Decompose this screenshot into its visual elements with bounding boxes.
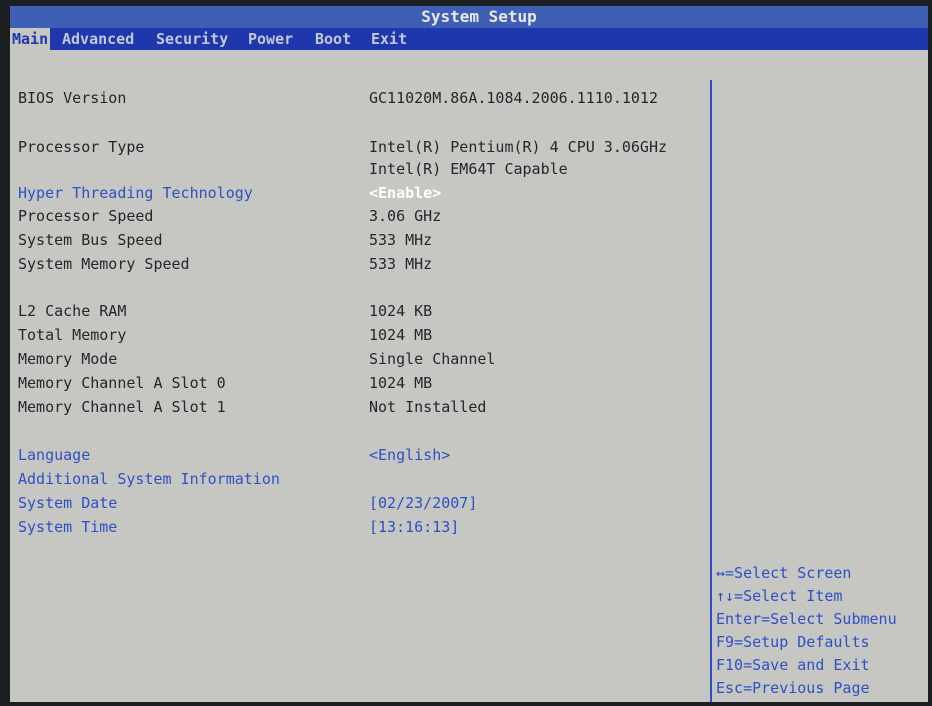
hyper-threading-value[interactable]: <Enable> [369,182,441,204]
main-settings-panel: BIOS Version GC11020M.86A.1084.2006.1110… [10,50,710,702]
menu-tab-security[interactable]: Security [156,28,228,50]
processor-speed-value: 3.06 GHz [369,207,442,225]
system-bus-speed-value: 533 MHz [369,231,433,249]
processor-type-value: Intel(R) Pentium(R) 4 CPU 3.06GHz [369,138,668,156]
total-memory-value: 1024 MB [369,326,433,344]
bios-version-row: BIOS Version GC11020M.86A.1084.2006.1110… [10,87,710,109]
memory-slot-0-value: 1024 MB [369,374,433,392]
bios-version-value: GC11020M.86A.1084.2006.1110.1012 [369,89,658,107]
system-bus-speed-label: System Bus Speed [18,231,163,249]
total-memory-label: Total Memory [18,326,127,344]
memory-slot-0-row: Memory Channel A Slot 0 1024 MB [10,372,710,394]
system-bus-speed-row: System Bus Speed 533 MHz [10,229,710,251]
title-bar: System Setup [10,6,928,28]
system-memory-speed-row: System Memory Speed 533 MHz [10,253,710,275]
menu-bar: Main Advanced Security Power Boot Exit [10,28,928,50]
help-save-exit: F10=Save and Exit [716,656,870,674]
key-help-panel: ↔=Select Screen ↑↓=Select Item Enter=Sel… [716,562,926,700]
memory-mode-row: Memory Mode Single Channel [10,348,710,370]
title-text: System Setup [421,7,537,26]
system-time-row[interactable]: System Time [13:16:13] [10,516,710,538]
bios-screen: System Setup Main Advanced Security Powe… [10,6,928,702]
memory-slot-1-value: Not Installed [369,398,487,416]
processor-type-label: Processor Type [18,138,145,156]
menu-tab-boot[interactable]: Boot [315,28,351,50]
processor-type-row-2: Intel(R) EM64T Capable [10,158,710,180]
memory-slot-1-label: Memory Channel A Slot 1 [18,398,226,416]
language-label: Language [18,446,91,464]
processor-speed-row: Processor Speed 3.06 GHz [10,205,710,227]
system-date-label: System Date [18,494,118,512]
bios-version-label: BIOS Version [18,89,127,107]
memory-mode-label: Memory Mode [18,350,118,368]
menu-tab-main[interactable]: Main [10,28,51,50]
help-select-item: ↑↓=Select Item [716,587,843,605]
l2-cache-value: 1024 KB [369,302,433,320]
memory-slot-1-row: Memory Channel A Slot 1 Not Installed [10,396,710,418]
menu-tab-exit[interactable]: Exit [371,28,407,50]
processor-capability-value: Intel(R) EM64T Capable [369,160,568,178]
help-select-screen: ↔=Select Screen [716,564,852,582]
hyper-threading-label: Hyper Threading Technology [18,184,253,202]
processor-type-row: Processor Type Intel(R) Pentium(R) 4 CPU… [10,136,710,158]
memory-slot-0-label: Memory Channel A Slot 0 [18,374,226,392]
help-previous-page: Esc=Previous Page [716,679,870,697]
processor-speed-label: Processor Speed [18,207,154,225]
system-date-value[interactable]: [02/23/2007] [369,492,477,514]
system-memory-speed-label: System Memory Speed [18,255,190,273]
system-time-label: System Time [18,518,118,536]
help-setup-defaults: F9=Setup Defaults [716,633,870,651]
panel-divider [710,80,712,702]
memory-mode-value: Single Channel [369,350,496,368]
help-select-submenu: Enter=Select Submenu [716,610,897,628]
hyper-threading-row[interactable]: Hyper Threading Technology <Enable> [10,182,710,204]
l2-cache-label: L2 Cache RAM [18,302,127,320]
system-memory-speed-value: 533 MHz [369,255,433,273]
additional-system-info-label[interactable]: Additional System Information [18,468,280,490]
menu-tab-power[interactable]: Power [248,28,293,50]
additional-system-info-row[interactable]: Additional System Information [10,468,710,490]
language-row[interactable]: Language <English> [10,444,710,466]
language-value[interactable]: <English> [369,444,450,466]
menu-tab-advanced[interactable]: Advanced [62,28,134,50]
l2-cache-row: L2 Cache RAM 1024 KB [10,300,710,322]
system-time-value[interactable]: [13:16:13] [369,516,459,538]
system-date-row[interactable]: System Date [02/23/2007] [10,492,710,514]
total-memory-row: Total Memory 1024 MB [10,324,710,346]
